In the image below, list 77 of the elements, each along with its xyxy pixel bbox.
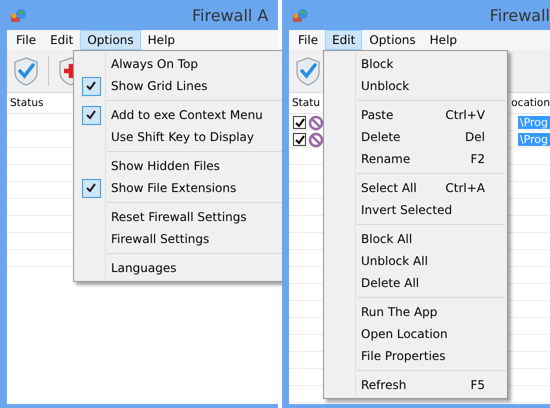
menu-label: Show Hidden Files — [111, 159, 220, 173]
app-icon — [292, 7, 308, 23]
checkmark-icon — [86, 81, 96, 91]
checkbox[interactable] — [293, 133, 306, 146]
menu-item[interactable]: Open Location — [324, 323, 507, 345]
column-header[interactable]: Status — [10, 97, 44, 109]
shortcut-text: F5 — [470, 378, 485, 392]
menu-label: Show Grid Lines — [111, 79, 208, 93]
shortcut-text: Del — [465, 130, 485, 144]
menu-item[interactable]: File — [291, 30, 326, 50]
shortcut-text: Ctrl+V — [445, 108, 485, 122]
checkmark-icon — [294, 134, 305, 145]
menu-item[interactable]: Options — [362, 30, 423, 50]
menu-label: Use Shift Key to Display — [111, 130, 254, 144]
window-title: Firewall A — [192, 6, 268, 24]
menu-item[interactable]: Unblock — [324, 75, 507, 97]
prohibited-icon — [308, 114, 324, 130]
menu-label: Languages — [111, 261, 176, 275]
shield-check-icon[interactable] — [12, 56, 40, 86]
shortcut-text: Ctrl+A — [445, 181, 485, 195]
menu-item[interactable]: Refresh F5 — [324, 374, 507, 396]
column-header[interactable]: ocation — [511, 97, 550, 109]
prohibited-icon — [308, 132, 324, 148]
menu-label: Rename — [361, 152, 410, 166]
menu-item[interactable]: Show File Extensions — [74, 177, 284, 199]
menu-item[interactable]: Run The App — [324, 301, 507, 323]
menu-label: Delete All — [361, 276, 420, 290]
menu-label: Reset Firewall Settings — [111, 210, 247, 224]
menu-item[interactable]: Edit — [43, 30, 80, 50]
menu-item[interactable]: Rename F2 — [324, 148, 507, 170]
menu-item[interactable]: Block All — [324, 228, 507, 250]
menu-item[interactable]: Options — [80, 30, 141, 50]
menu-item[interactable]: Use Shift Key to Display — [74, 126, 284, 148]
menu-item[interactable]: Always On Top — [74, 53, 284, 75]
menu-item[interactable]: Help — [140, 30, 182, 50]
menu-item[interactable]: Unblock All — [324, 250, 507, 272]
menu-item[interactable]: Block — [324, 53, 507, 75]
menu-item[interactable]: Invert Selected — [324, 199, 507, 221]
menu-item[interactable]: Delete All — [324, 272, 507, 294]
menu-item[interactable]: Show Grid Lines — [74, 75, 284, 97]
menu-item[interactable]: Paste Ctrl+V — [324, 104, 507, 126]
menu-label: Firewall Settings — [111, 232, 210, 246]
checkmark-icon — [294, 117, 305, 128]
menu-item[interactable]: Reset Firewall Settings — [74, 206, 284, 228]
menu-label: Select All — [361, 181, 417, 195]
menu-label: File Properties — [361, 349, 446, 363]
menu-item[interactable]: Select All Ctrl+A — [324, 177, 507, 199]
menu-label: Unblock All — [361, 254, 428, 268]
menu-label: Block All — [361, 232, 412, 246]
menu-item[interactable]: File Properties — [324, 345, 507, 367]
menu-item[interactable]: Languages — [74, 257, 284, 279]
shield-check-icon[interactable] — [294, 56, 322, 86]
checkbox[interactable] — [293, 116, 306, 129]
checkmark-icon — [86, 183, 96, 193]
menu-label: Invert Selected — [361, 203, 452, 217]
column-header[interactable]: Statu — [292, 97, 320, 109]
menu-item[interactable]: Firewall Settings — [74, 228, 284, 250]
menu-item[interactable]: File — [9, 30, 44, 50]
menu-item[interactable]: Help — [422, 30, 464, 50]
menu-item[interactable]: Show Hidden Files — [74, 155, 284, 177]
menu-label: Run The App — [361, 305, 438, 319]
menu-label: Always On Top — [111, 57, 198, 71]
menu-label: Delete — [361, 130, 400, 144]
menu-label: Unblock — [361, 79, 410, 93]
menu-item[interactable]: Delete Del — [324, 126, 507, 148]
app-icon — [10, 7, 26, 23]
menu-label: Paste — [361, 108, 394, 122]
menu-item[interactable]: Add to exe Context Menu — [74, 104, 284, 126]
menu-label: Block — [361, 57, 394, 71]
window-title: Firewall — [490, 6, 550, 24]
menu-label: Add to exe Context Menu — [111, 108, 263, 122]
menu-label: Show File Extensions — [111, 181, 236, 195]
checkmark-icon — [86, 110, 96, 120]
shortcut-text: F2 — [470, 152, 485, 166]
menu-label: Open Location — [361, 327, 448, 341]
menu-item[interactable]: Edit — [325, 30, 362, 50]
menu-label: Refresh — [361, 378, 406, 392]
